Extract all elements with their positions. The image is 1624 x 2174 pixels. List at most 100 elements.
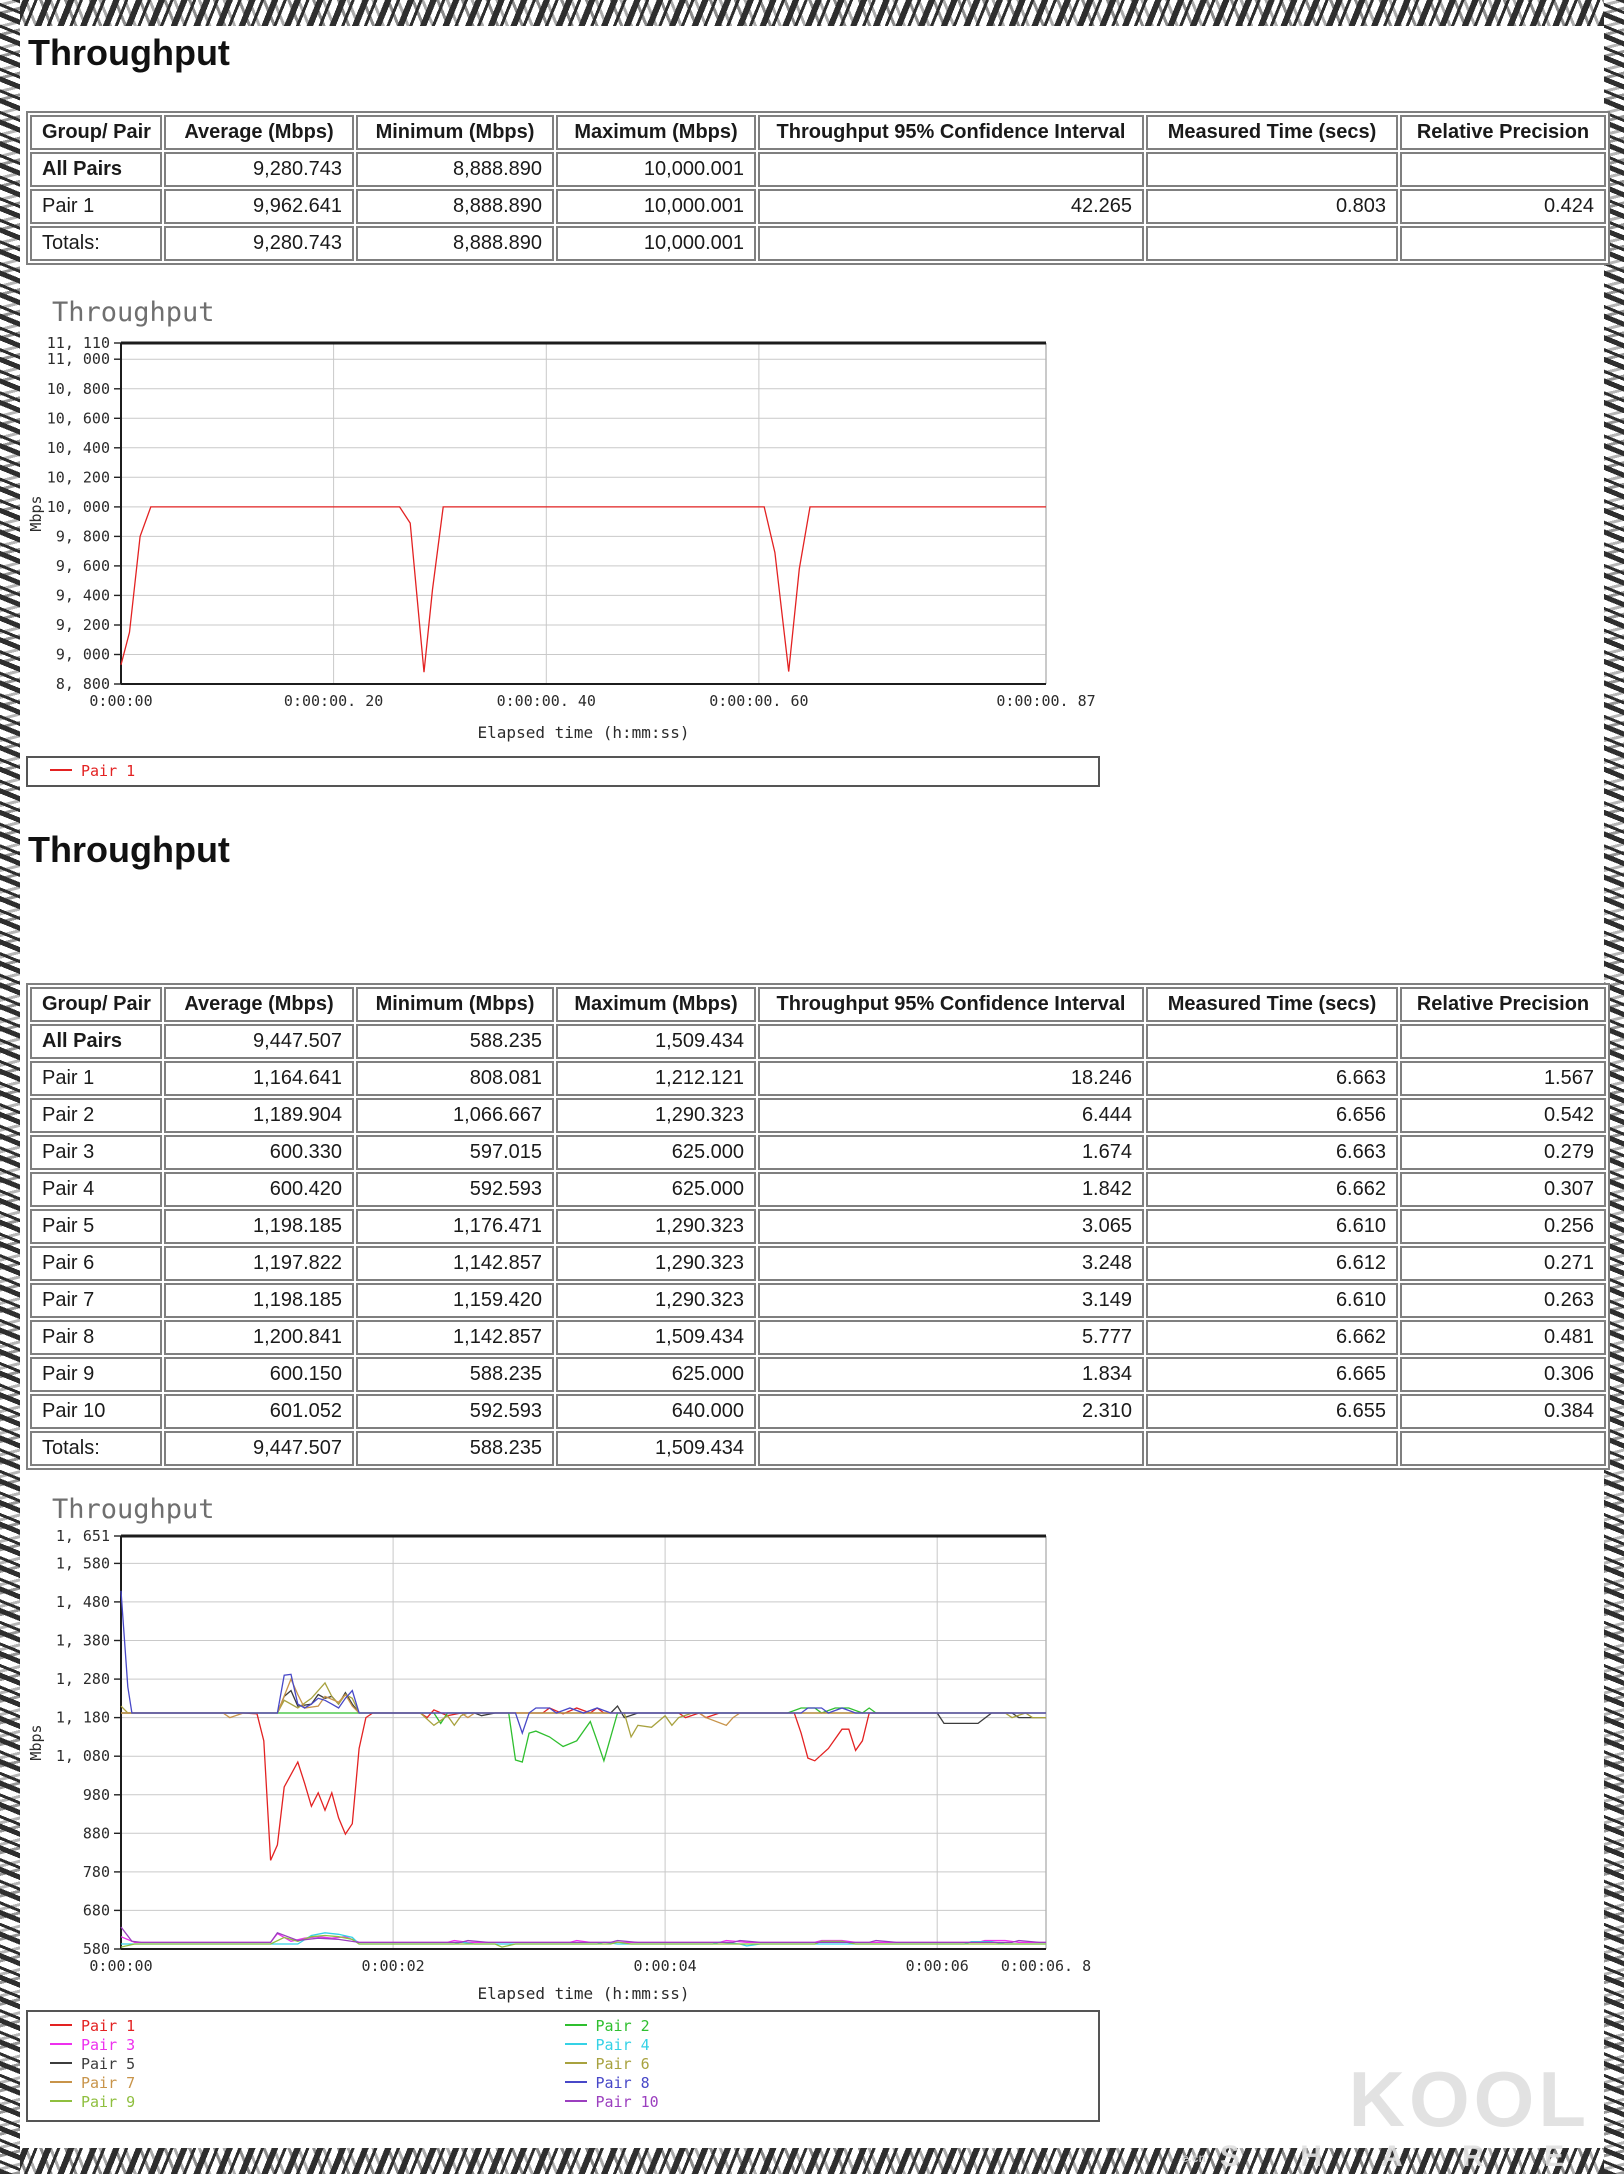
column-header: Group/ Pair <box>30 986 162 1022</box>
table-cell: 6.662 <box>1146 1171 1398 1207</box>
table-cell: 18.246 <box>758 1060 1144 1096</box>
throughput-chart-2: Throughput 1, 651 1, 580 1, 480 1, 380 1, 280… <box>27 1494 1091 2003</box>
y-tick-label: 10, 600 <box>47 410 110 428</box>
table-cell: 6.610 <box>1146 1282 1398 1318</box>
x-tick-label: 0:00:00. 60 <box>709 692 808 710</box>
legend-line-sample-icon <box>50 2042 72 2045</box>
y-tick-label: 10, 000 <box>47 498 110 516</box>
column-header: Relative Precision <box>1400 115 1606 151</box>
table-cell: 9,280.743 <box>164 226 354 262</box>
legend-label: Pair 1 <box>81 762 136 781</box>
legend-line-sample-icon <box>50 769 72 772</box>
table-row: Totals: 9,280.743 8,888.890 10,000.001 <box>30 226 1606 262</box>
legend-line-sample-icon <box>50 2080 72 2083</box>
table-row: Pair 9 600.150 588.235 625.000 1.834 6.665 0.3… <box>30 1356 1606 1392</box>
table-cell: 597.015 <box>356 1134 554 1170</box>
column-header: Measured Time (secs) <box>1146 986 1398 1022</box>
table-cell: 0.256 <box>1400 1208 1606 1244</box>
table-cell: 8,888.890 <box>356 152 554 188</box>
table-cell: Totals: <box>30 1430 162 1466</box>
y-tick-label: 980 <box>83 1786 110 1804</box>
table-row: All Pairs 9,447.507 588.235 1,509.434 <box>30 1023 1606 1059</box>
table-cell: 9,280.743 <box>164 152 354 188</box>
y-axis-title: Mbps <box>27 496 45 532</box>
legend-item: Pair 4 <box>553 2036 1068 2055</box>
table-cell <box>1146 226 1398 262</box>
table-cell: 1,142.857 <box>356 1319 554 1355</box>
table-row: Pair 6 1,197.822 1,142.857 1,290.323 3.248 6.… <box>30 1245 1606 1281</box>
y-tick-label: 10, 800 <box>47 380 110 398</box>
watermark-share-text: e.cn S H A R E <box>1181 2140 1590 2173</box>
table-cell: Pair 3 <box>30 1134 162 1170</box>
x-tick-label: 0:00:00. 40 <box>497 692 596 710</box>
table-cell: 6.656 <box>1146 1097 1398 1133</box>
table-cell: 8,888.890 <box>356 189 554 225</box>
table-cell: 6.444 <box>758 1097 1144 1133</box>
y-tick-label: 9, 800 <box>56 528 110 546</box>
table-cell: 0.424 <box>1400 189 1606 225</box>
table-cell: 1,164.641 <box>164 1060 354 1096</box>
legend-label: Pair 3 <box>81 2035 136 2054</box>
table-cell: 0.279 <box>1400 1134 1606 1170</box>
table-cell: 1,509.434 <box>556 1430 756 1466</box>
table-cell: 1.834 <box>758 1356 1144 1392</box>
table-cell: 808.081 <box>356 1060 554 1096</box>
table-cell: 1,066.667 <box>356 1097 554 1133</box>
watermark-kool-text: KOOL <box>1348 2055 1590 2143</box>
table-cell: 3.149 <box>758 1282 1144 1318</box>
x-tick-label: 0:00:04 <box>633 1957 696 1975</box>
legend-item: Pair 8 <box>553 2074 1068 2093</box>
column-header: Throughput 95% Confidence Interval <box>758 986 1144 1022</box>
table-cell: Pair 4 <box>30 1171 162 1207</box>
table-row: Pair 1 1,164.641 808.081 1,212.121 18.246 6.6… <box>30 1060 1606 1096</box>
report-page: Throughput Group/ Pair Average (Mbps) Mini… <box>20 26 1610 2148</box>
y-tick-label: 1, 380 <box>56 1631 110 1649</box>
table-cell: 1,189.904 <box>164 1097 354 1133</box>
koolshare-watermark: KOOL e.cn S H A R E <box>1182 2060 1590 2172</box>
x-tick-label: 0:00:00. 20 <box>284 692 383 710</box>
series-pair-2 <box>121 1706 1046 1763</box>
table-cell <box>758 152 1144 188</box>
table-cell <box>758 1023 1144 1059</box>
table-cell <box>1146 1430 1398 1466</box>
legend-label: Pair 9 <box>81 2092 136 2111</box>
legend-line-sample-icon <box>564 2042 587 2045</box>
x-tick-label: 0:00:06. 8 <box>1001 1957 1091 1975</box>
chart-title: Throughput <box>52 1494 215 1525</box>
table-cell <box>758 226 1144 262</box>
table-cell: 5.777 <box>758 1319 1144 1355</box>
table-row: Pair 8 1,200.841 1,142.857 1,509.434 5.777 6.… <box>30 1319 1606 1355</box>
table-cell: 1,142.857 <box>356 1245 554 1281</box>
table-cell: Pair 10 <box>30 1393 162 1429</box>
x-tick-label: 0:00:02 <box>361 1957 424 1975</box>
table-cell: 0.271 <box>1400 1245 1606 1281</box>
table-row: Pair 7 1,198.185 1,159.420 1,290.323 3.149 6.… <box>30 1282 1606 1318</box>
column-header: Maximum (Mbps) <box>556 115 756 151</box>
column-header: Minimum (Mbps) <box>356 115 554 151</box>
table-cell: Pair 9 <box>30 1356 162 1392</box>
column-header: Throughput 95% Confidence Interval <box>758 115 1144 151</box>
chart1-legend: Pair 1 <box>26 756 1100 788</box>
table-cell: 0.306 <box>1400 1356 1606 1392</box>
column-header: Relative Precision <box>1400 986 1606 1022</box>
table-cell: 3.248 <box>758 1245 1144 1281</box>
table-cell: 10,000.001 <box>556 152 756 188</box>
y-axis-title: Mbps <box>27 1724 45 1760</box>
table-row: Pair 10 601.052 592.593 640.000 2.310 6.655 0.… <box>30 1393 1606 1429</box>
legend-label: Pair 6 <box>595 2054 650 2073</box>
column-header: Average (Mbps) <box>164 986 354 1022</box>
table-cell: 588.235 <box>356 1356 554 1392</box>
table-cell: Pair 1 <box>30 1060 162 1096</box>
legend-item: Pair 5 <box>38 2055 553 2074</box>
table-row: Totals: 9,447.507 588.235 1,509.434 <box>30 1430 1606 1466</box>
legend-label: Pair 1 <box>81 2016 136 2035</box>
section1-title: Throughput <box>28 32 230 73</box>
column-header: Average (Mbps) <box>164 115 354 151</box>
legend-line-sample-icon <box>50 2061 72 2064</box>
table-cell: 600.420 <box>164 1171 354 1207</box>
table-cell: 2.310 <box>758 1393 1144 1429</box>
table-cell: 640.000 <box>556 1393 756 1429</box>
table-cell: 600.150 <box>164 1356 354 1392</box>
legend-line-sample-icon <box>564 2099 587 2102</box>
legend-item: Pair 3 <box>38 2036 553 2055</box>
